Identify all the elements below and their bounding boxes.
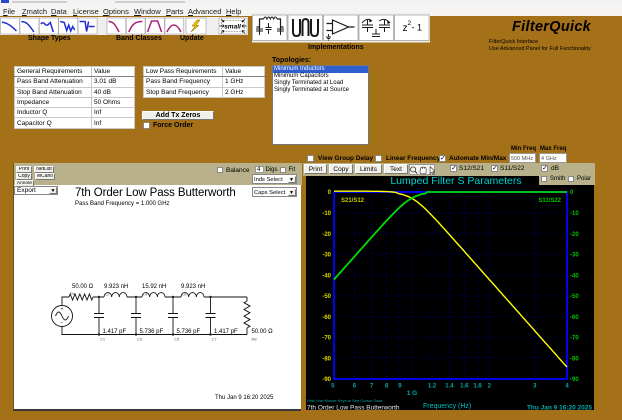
svg-text:-70: -70 bbox=[322, 336, 331, 342]
svg-text:0: 0 bbox=[328, 190, 332, 196]
svg-text:- 1: - 1 bbox=[412, 23, 423, 33]
svg-text:Hint: Use Mouse Keys to See Cu: Hint: Use Mouse Keys to See Cursor Data bbox=[307, 398, 383, 403]
svg-text:Lumped Filter S Parameters: Lumped Filter S Parameters bbox=[390, 176, 521, 187]
svg-text:C7: C7 bbox=[212, 337, 218, 342]
svg-text:7: 7 bbox=[370, 384, 374, 390]
svg-text:9.923 nH: 9.923 nH bbox=[181, 284, 205, 290]
svg-text:1.2: 1.2 bbox=[428, 384, 437, 390]
svg-text:−: − bbox=[60, 321, 63, 327]
svg-text:+: + bbox=[61, 307, 64, 313]
svg-text:-40: -40 bbox=[322, 273, 331, 279]
svg-text:S11/S22: S11/S22 bbox=[538, 198, 561, 204]
svg-text:5.736 pF: 5.736 pF bbox=[140, 329, 164, 335]
svg-text:9: 9 bbox=[398, 384, 402, 390]
svg-text:-20: -20 bbox=[570, 232, 579, 238]
svg-text:-60: -60 bbox=[322, 315, 331, 321]
svg-text:0: 0 bbox=[570, 190, 574, 196]
svg-text:C1: C1 bbox=[100, 337, 106, 342]
svg-text:C5: C5 bbox=[174, 337, 180, 342]
svg-text:small: small bbox=[224, 23, 241, 30]
svg-text:6: 6 bbox=[353, 384, 357, 390]
svg-text:5: 5 bbox=[331, 384, 335, 390]
svg-text:Rs: Rs bbox=[70, 291, 75, 296]
svg-text:2: 2 bbox=[488, 384, 492, 390]
svg-text:L4: L4 bbox=[143, 292, 148, 297]
svg-text:15.92 nH: 15.92 nH bbox=[142, 284, 166, 290]
svg-text:9.923 nH: 9.923 nH bbox=[104, 284, 128, 290]
svg-text:S21/S12: S21/S12 bbox=[341, 198, 365, 204]
svg-text:L6: L6 bbox=[182, 292, 187, 297]
svg-text:1.4: 1.4 bbox=[445, 384, 454, 390]
svg-text:50.00 Ω: 50.00 Ω bbox=[252, 329, 274, 335]
svg-text:-30: -30 bbox=[322, 253, 331, 259]
svg-text:-80: -80 bbox=[322, 356, 331, 362]
svg-text:-20: -20 bbox=[322, 232, 331, 238]
svg-text:1.6: 1.6 bbox=[460, 384, 469, 390]
svg-text:-80: -80 bbox=[570, 356, 579, 362]
svg-text:-50: -50 bbox=[322, 294, 331, 300]
svg-text:3: 3 bbox=[533, 384, 537, 390]
svg-text:-70: -70 bbox=[570, 336, 579, 342]
svg-text:7th Order Low Pass Butterworth: 7th Order Low Pass Butterworth bbox=[307, 405, 400, 410]
svg-text:R8: R8 bbox=[252, 337, 258, 342]
svg-text:50.00 Ω: 50.00 Ω bbox=[72, 284, 94, 290]
svg-text:C3: C3 bbox=[137, 337, 143, 342]
svg-text:-30: -30 bbox=[570, 253, 579, 259]
svg-text:-10: -10 bbox=[570, 211, 579, 217]
svg-text:-50: -50 bbox=[570, 294, 579, 300]
svg-text:1.8: 1.8 bbox=[473, 384, 482, 390]
svg-text:1 G: 1 G bbox=[407, 390, 417, 397]
svg-text:5.736 pF: 5.736 pF bbox=[177, 329, 201, 335]
svg-text:Thu Jan 9 16:20 2025: Thu Jan 9 16:20 2025 bbox=[527, 405, 592, 410]
svg-text:-40: -40 bbox=[570, 273, 579, 279]
svg-text:-90: -90 bbox=[570, 377, 579, 383]
svg-text:1.417 pF: 1.417 pF bbox=[214, 329, 238, 335]
svg-text:-60: -60 bbox=[570, 315, 579, 321]
svg-text:-90: -90 bbox=[322, 377, 331, 383]
svg-text:4: 4 bbox=[565, 384, 569, 390]
svg-text:1.417 pF: 1.417 pF bbox=[103, 329, 127, 335]
svg-text:-10: -10 bbox=[322, 211, 331, 217]
svg-text:Frequency (Hz): Frequency (Hz) bbox=[423, 403, 471, 410]
svg-text:8: 8 bbox=[385, 384, 389, 390]
svg-text:L2: L2 bbox=[105, 292, 110, 297]
